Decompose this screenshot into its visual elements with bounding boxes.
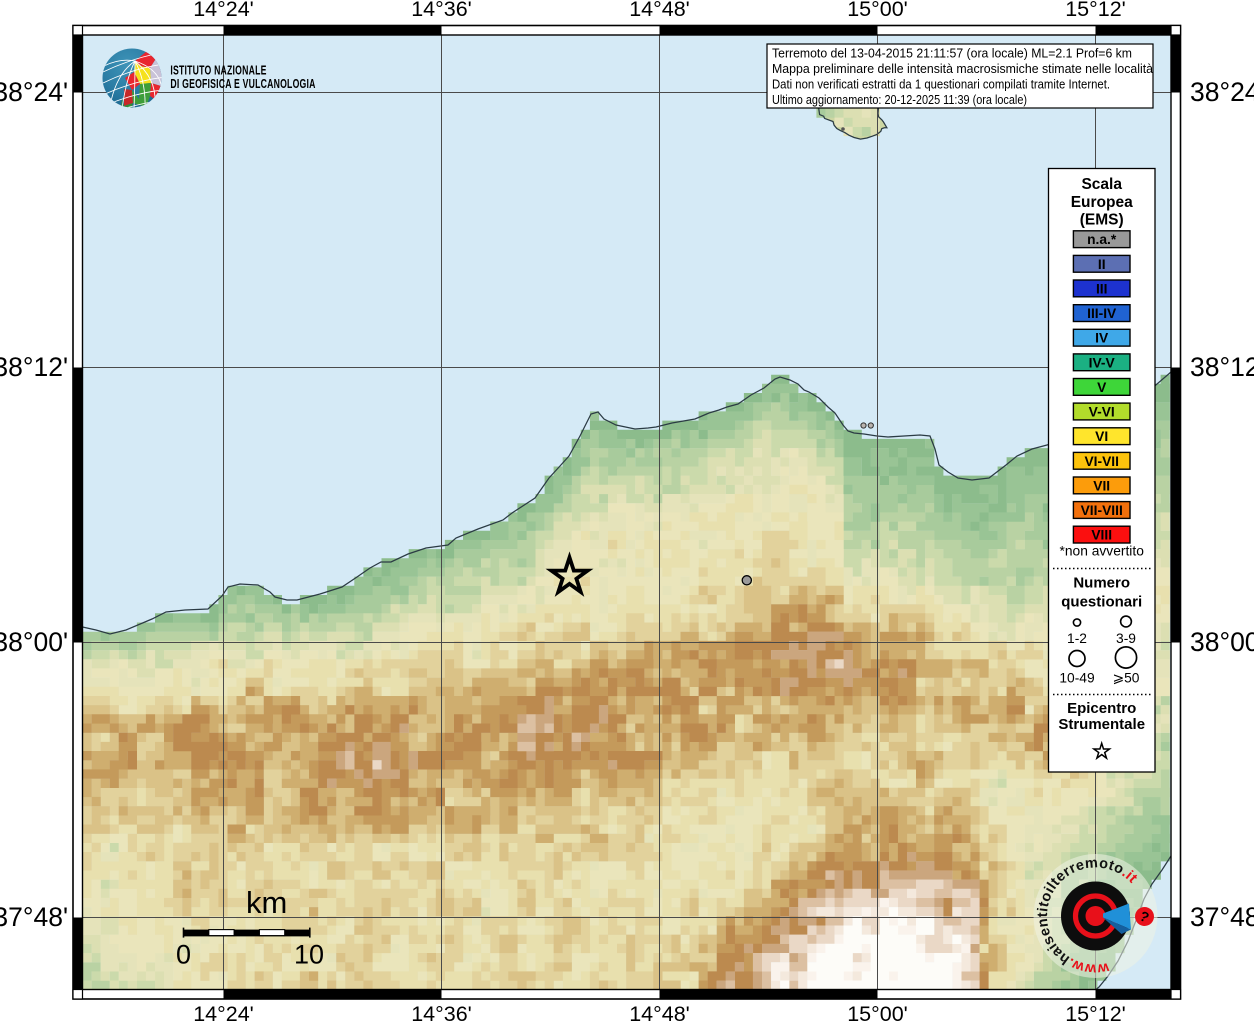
svg-text:km: km	[246, 885, 287, 920]
svg-text:15°00': 15°00'	[847, 0, 908, 21]
svg-text:(EMS): (EMS)	[1080, 212, 1124, 229]
svg-text:37°48': 37°48'	[1190, 902, 1254, 932]
svg-text:Numero: Numero	[1073, 575, 1130, 592]
svg-text:VII-VIII: VII-VIII	[1081, 503, 1123, 518]
svg-text:Europea: Europea	[1071, 194, 1133, 211]
svg-text:III: III	[1096, 281, 1108, 296]
svg-text:⩾50: ⩾50	[1113, 671, 1140, 686]
svg-text:DI GEOFISICA E VULCANOLOGIA: DI GEOFISICA E VULCANOLOGIA	[170, 77, 315, 91]
svg-text:VII: VII	[1093, 478, 1110, 493]
svg-text:38°24': 38°24'	[0, 77, 68, 107]
svg-text:38°24': 38°24'	[1190, 77, 1254, 107]
svg-text:ISTITUTO NAZIONALE: ISTITUTO NAZIONALE	[170, 64, 266, 78]
svg-text:14°48': 14°48'	[629, 0, 690, 21]
svg-text:III-IV: III-IV	[1087, 306, 1117, 321]
svg-text:Ultimo aggiornamento: 20-12-20: Ultimo aggiornamento: 20-12-2025 11:39 (…	[772, 92, 1027, 107]
svg-text:10: 10	[294, 940, 324, 970]
svg-text:15°12': 15°12'	[1065, 0, 1126, 21]
svg-text:0: 0	[176, 940, 191, 970]
svg-text:Strumentale: Strumentale	[1058, 716, 1145, 733]
svg-text:IV-V: IV-V	[1089, 355, 1116, 370]
svg-text:n.a.*: n.a.*	[1087, 232, 1117, 247]
svg-text:II: II	[1098, 257, 1106, 272]
svg-text:15°12': 15°12'	[1065, 1002, 1126, 1024]
svg-text:*non avvertito: *non avvertito	[1060, 544, 1145, 559]
svg-text:VI-VII: VI-VII	[1084, 454, 1119, 469]
svg-text:Scala: Scala	[1081, 176, 1122, 193]
svg-text:38°00': 38°00'	[1190, 627, 1254, 657]
svg-text:VIII: VIII	[1091, 528, 1112, 543]
svg-text:38°00': 38°00'	[0, 627, 68, 657]
svg-text:Dati non verificati estratti d: Dati non verificati estratti da 1 questi…	[772, 77, 1110, 92]
svg-text:14°36': 14°36'	[411, 0, 472, 21]
svg-text:Terremoto del 13-04-2015 21:11: Terremoto del 13-04-2015 21:11:57 (ora l…	[772, 46, 1132, 61]
svg-text:14°24': 14°24'	[193, 0, 254, 21]
svg-text:14°36': 14°36'	[411, 1002, 472, 1024]
svg-text:10-49: 10-49	[1059, 671, 1095, 686]
svg-text:14°48': 14°48'	[629, 1002, 690, 1024]
svg-text:15°00': 15°00'	[847, 1002, 908, 1024]
svg-text:14°24': 14°24'	[193, 1002, 254, 1024]
svg-text:38°12': 38°12'	[0, 352, 68, 382]
svg-text:V-VI: V-VI	[1089, 405, 1115, 420]
svg-text:Epicentro: Epicentro	[1067, 700, 1136, 717]
svg-text:Mappa preliminare delle intens: Mappa preliminare delle intensità macros…	[772, 61, 1154, 76]
svg-text:VI: VI	[1095, 429, 1108, 444]
svg-text:IV: IV	[1095, 331, 1109, 346]
svg-text:questionari: questionari	[1061, 594, 1142, 611]
svg-text:37°48': 37°48'	[0, 902, 68, 932]
svg-text:1-2: 1-2	[1067, 631, 1087, 646]
svg-text:38°12': 38°12'	[1190, 352, 1254, 382]
svg-text:3-9: 3-9	[1116, 631, 1136, 646]
svg-text:V: V	[1097, 380, 1107, 395]
